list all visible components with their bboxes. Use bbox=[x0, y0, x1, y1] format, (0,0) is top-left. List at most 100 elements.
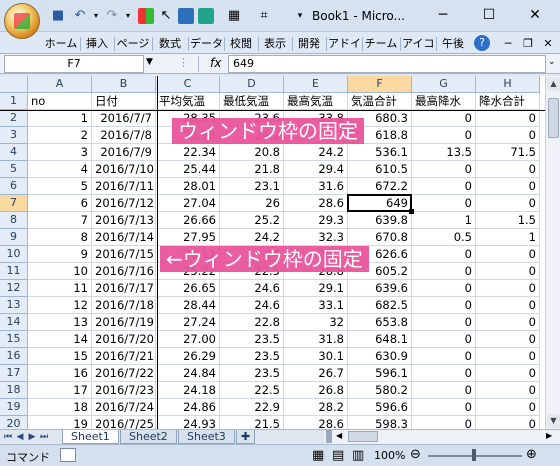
cell-d20[interactable]: 21.5 bbox=[220, 416, 284, 429]
cell-f12[interactable]: 639.6 bbox=[348, 280, 412, 297]
cell-a15[interactable]: 14 bbox=[28, 331, 92, 348]
apps-icon[interactable] bbox=[138, 8, 154, 24]
pointer-icon[interactable]: ↖ bbox=[158, 8, 174, 24]
customize-qat-icon[interactable]: ▾ bbox=[292, 8, 308, 24]
cell-a3[interactable]: 2 bbox=[28, 127, 92, 144]
cell-b17[interactable]: 2016/7/22 bbox=[92, 365, 156, 382]
cell-b1[interactable]: 日付 bbox=[92, 93, 156, 110]
undo-icon[interactable]: ↶ bbox=[72, 8, 88, 24]
cell-f18[interactable]: 580.2 bbox=[348, 382, 412, 399]
theme-icon[interactable] bbox=[198, 8, 214, 24]
cell-d6[interactable]: 23.1 bbox=[220, 178, 284, 195]
cell-c16[interactable]: 26.29 bbox=[156, 348, 220, 365]
maximize-button[interactable]: ☐ bbox=[466, 0, 512, 30]
cell-f19[interactable]: 596.6 bbox=[348, 399, 412, 416]
row-header[interactable]: 9 bbox=[0, 229, 28, 246]
column-header-a[interactable]: A bbox=[28, 76, 92, 93]
cell-c4[interactable]: 22.34 bbox=[156, 144, 220, 161]
cell-e17[interactable]: 26.7 bbox=[284, 365, 348, 382]
sheet-tab-sheet3[interactable]: Sheet3 bbox=[178, 430, 235, 444]
cell-a12[interactable]: 11 bbox=[28, 280, 92, 297]
tab-formulas[interactable]: 数式 bbox=[154, 35, 186, 53]
fill-handle[interactable] bbox=[409, 209, 414, 214]
row-header[interactable]: 7 bbox=[0, 195, 28, 212]
cell-h10[interactable]: 0 bbox=[476, 246, 540, 263]
cell-h8[interactable]: 1.5 bbox=[476, 212, 540, 229]
cell-a5[interactable]: 4 bbox=[28, 161, 92, 178]
cell-a10[interactable]: 9 bbox=[28, 246, 92, 263]
cell-c18[interactable]: 24.18 bbox=[156, 382, 220, 399]
cell-b6[interactable]: 2016/7/11 bbox=[92, 178, 156, 195]
cell-c14[interactable]: 27.24 bbox=[156, 314, 220, 331]
tab-home[interactable]: ホーム bbox=[44, 35, 78, 53]
cell-b3[interactable]: 2016/7/8 bbox=[92, 127, 156, 144]
first-sheet-icon[interactable]: ⏮ bbox=[2, 431, 14, 443]
cell-c5[interactable]: 25.44 bbox=[156, 161, 220, 178]
cell-h19[interactable]: 0 bbox=[476, 399, 540, 416]
table-icon[interactable]: ▦ bbox=[226, 8, 242, 24]
zoom-in-icon[interactable]: ⊕ bbox=[526, 447, 537, 462]
scroll-up-icon[interactable]: ▲ bbox=[547, 77, 560, 91]
cell-h5[interactable]: 0 bbox=[476, 161, 540, 178]
cell-c12[interactable]: 26.65 bbox=[156, 280, 220, 297]
cell-e15[interactable]: 31.8 bbox=[284, 331, 348, 348]
horizontal-scroll-thumb[interactable] bbox=[348, 431, 378, 442]
cell-a4[interactable]: 3 bbox=[28, 144, 92, 161]
scroll-right-icon[interactable]: ▶ bbox=[546, 431, 552, 440]
cell-d17[interactable]: 23.5 bbox=[220, 365, 284, 382]
cell-e6[interactable]: 31.6 bbox=[284, 178, 348, 195]
tab-review[interactable]: 校閲 bbox=[226, 35, 256, 53]
cell-d5[interactable]: 21.8 bbox=[220, 161, 284, 178]
cell-b7[interactable]: 2016/7/12 bbox=[92, 195, 156, 212]
cell-e19[interactable]: 28.2 bbox=[284, 399, 348, 416]
cell-g15[interactable]: 0 bbox=[412, 331, 476, 348]
tab-view[interactable]: 表示 bbox=[260, 35, 290, 53]
row-header[interactable]: 16 bbox=[0, 348, 28, 365]
page-layout-view-icon[interactable]: ▤ bbox=[332, 448, 344, 463]
cell-a17[interactable]: 16 bbox=[28, 365, 92, 382]
insert-sheet-icon[interactable]: ✚ bbox=[236, 430, 256, 444]
cell-c1[interactable]: 平均気温 bbox=[156, 93, 220, 110]
cell-b16[interactable]: 2016/7/21 bbox=[92, 348, 156, 365]
row-header[interactable]: 20 bbox=[0, 416, 28, 429]
cell-a19[interactable]: 18 bbox=[28, 399, 92, 416]
cell-f16[interactable]: 630.9 bbox=[348, 348, 412, 365]
prev-sheet-icon[interactable]: ◀ bbox=[14, 431, 26, 443]
cell-a6[interactable]: 5 bbox=[28, 178, 92, 195]
form-icon[interactable] bbox=[178, 8, 194, 24]
column-header-d[interactable]: D bbox=[220, 76, 284, 93]
cell-e1[interactable]: 最高気温 bbox=[284, 93, 348, 110]
cell-g5[interactable]: 0 bbox=[412, 161, 476, 178]
row-header[interactable]: 17 bbox=[0, 365, 28, 382]
cell-e8[interactable]: 29.3 bbox=[284, 212, 348, 229]
cell-e7[interactable]: 28.6 bbox=[284, 195, 348, 212]
tab-addins[interactable]: アドイ bbox=[328, 35, 361, 53]
cell-f13[interactable]: 682.5 bbox=[348, 297, 412, 314]
row-header[interactable]: 18 bbox=[0, 382, 28, 399]
cell-f4[interactable]: 536.1 bbox=[348, 144, 412, 161]
cell-g10[interactable]: 0 bbox=[412, 246, 476, 263]
cell-b12[interactable]: 2016/7/17 bbox=[92, 280, 156, 297]
select-all-corner[interactable] bbox=[0, 76, 28, 93]
cell-d12[interactable]: 24.6 bbox=[220, 280, 284, 297]
cell-g9[interactable]: 0.5 bbox=[412, 229, 476, 246]
row-header[interactable]: 1 bbox=[0, 93, 28, 110]
save-icon[interactable]: ■ bbox=[50, 8, 66, 24]
page-break-view-icon[interactable]: ▥ bbox=[352, 448, 364, 463]
row-header[interactable]: 4 bbox=[0, 144, 28, 161]
cell-h16[interactable]: 0 bbox=[476, 348, 540, 365]
row-header[interactable]: 19 bbox=[0, 399, 28, 416]
row-header[interactable]: 3 bbox=[0, 127, 28, 144]
row-header[interactable]: 15 bbox=[0, 331, 28, 348]
formula-input[interactable]: 649 bbox=[228, 55, 546, 73]
macro-record-icon[interactable] bbox=[60, 448, 76, 462]
cell-a7[interactable]: 6 bbox=[28, 195, 92, 212]
zoom-out-icon[interactable]: ⊖ bbox=[410, 447, 421, 462]
column-header-c[interactable]: C bbox=[156, 76, 220, 93]
cell-a16[interactable]: 15 bbox=[28, 348, 92, 365]
cell-c8[interactable]: 26.66 bbox=[156, 212, 220, 229]
cell-h15[interactable]: 0 bbox=[476, 331, 540, 348]
row-header[interactable]: 11 bbox=[0, 263, 28, 280]
tab-team[interactable]: チーム bbox=[364, 35, 398, 53]
cell-h4[interactable]: 71.5 bbox=[476, 144, 540, 161]
